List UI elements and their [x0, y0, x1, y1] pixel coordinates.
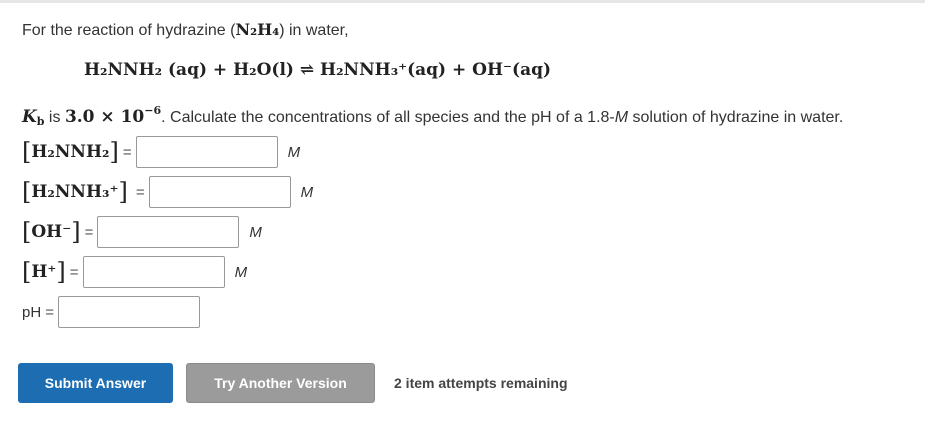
kb-is-text: is: [44, 109, 65, 126]
unit-label: M: [287, 143, 301, 161]
h-concentration-input[interactable]: [82, 256, 225, 288]
field-row-oh: [OH⁻] = M: [22, 216, 262, 248]
label-h2nnh2: [H₂NNH₂]: [22, 138, 119, 166]
ph-input[interactable]: [57, 296, 200, 328]
intro-prefix: For the reaction of hydrazine (: [22, 22, 236, 39]
label-h: [H⁺]: [22, 258, 66, 286]
attempts-remaining-text: 2 item attempts remaining: [394, 375, 568, 391]
try-another-version-button[interactable]: Try Another Version: [186, 363, 375, 403]
h2nnh3-concentration-input[interactable]: [148, 176, 291, 208]
kb-symbol: K: [22, 107, 37, 127]
equation-reactants: H₂NNH₂ (aq) + H₂O(l): [84, 60, 294, 80]
equation-products: H₂NNH₃⁺(aq) + OH⁻(aq): [320, 60, 552, 80]
submit-answer-button[interactable]: Submit Answer: [18, 363, 173, 403]
equals-sign: =: [84, 223, 94, 241]
question-body: . Calculate the concentrations of all sp…: [161, 109, 615, 126]
oh-concentration-input[interactable]: [97, 216, 240, 248]
equals-sign: =: [45, 303, 54, 321]
kb-exponent: −6: [144, 104, 162, 117]
field-row-h: [H⁺] = M: [22, 256, 247, 288]
label-h2nnh3: [H₂NNH₃⁺]: [22, 178, 128, 206]
question-text: Kb is 3.0 × 10−6. Calculate the concentr…: [22, 104, 843, 128]
reaction-equation: H₂NNH₂ (aq) + H₂O(l) ⇌ H₂NNH₃⁺(aq) + OH⁻…: [84, 60, 551, 80]
equals-sign: =: [122, 143, 132, 161]
equals-sign: =: [69, 263, 79, 281]
equilibrium-arrow-icon: ⇌: [299, 60, 315, 80]
label-oh: [OH⁻]: [22, 218, 81, 246]
kb-value: 3.0 × 10: [64, 107, 145, 127]
unit-label: M: [300, 183, 314, 201]
field-row-h2nnh3: [H₂NNH₃⁺] = M: [22, 176, 313, 208]
intro-text: For the reaction of hydrazine (N₂H₄) in …: [22, 20, 349, 40]
unit-label: M: [234, 263, 248, 281]
unit-label: M: [249, 223, 262, 241]
question-tail: solution of hydrazine in water.: [628, 109, 844, 126]
field-row-h2nnh2: [H₂NNH₂] = M: [22, 136, 300, 168]
intro-suffix: ) in water,: [279, 22, 349, 39]
equals-sign: =: [135, 183, 145, 201]
hydrazine-formula: N₂H₄: [235, 20, 280, 39]
field-row-ph: pH =: [22, 296, 200, 328]
molarity-unit: M: [614, 109, 629, 126]
question-panel: For the reaction of hydrazine (N₂H₄) in …: [0, 0, 925, 435]
h2nnh2-concentration-input[interactable]: [135, 136, 278, 168]
label-ph: pH: [22, 303, 42, 321]
